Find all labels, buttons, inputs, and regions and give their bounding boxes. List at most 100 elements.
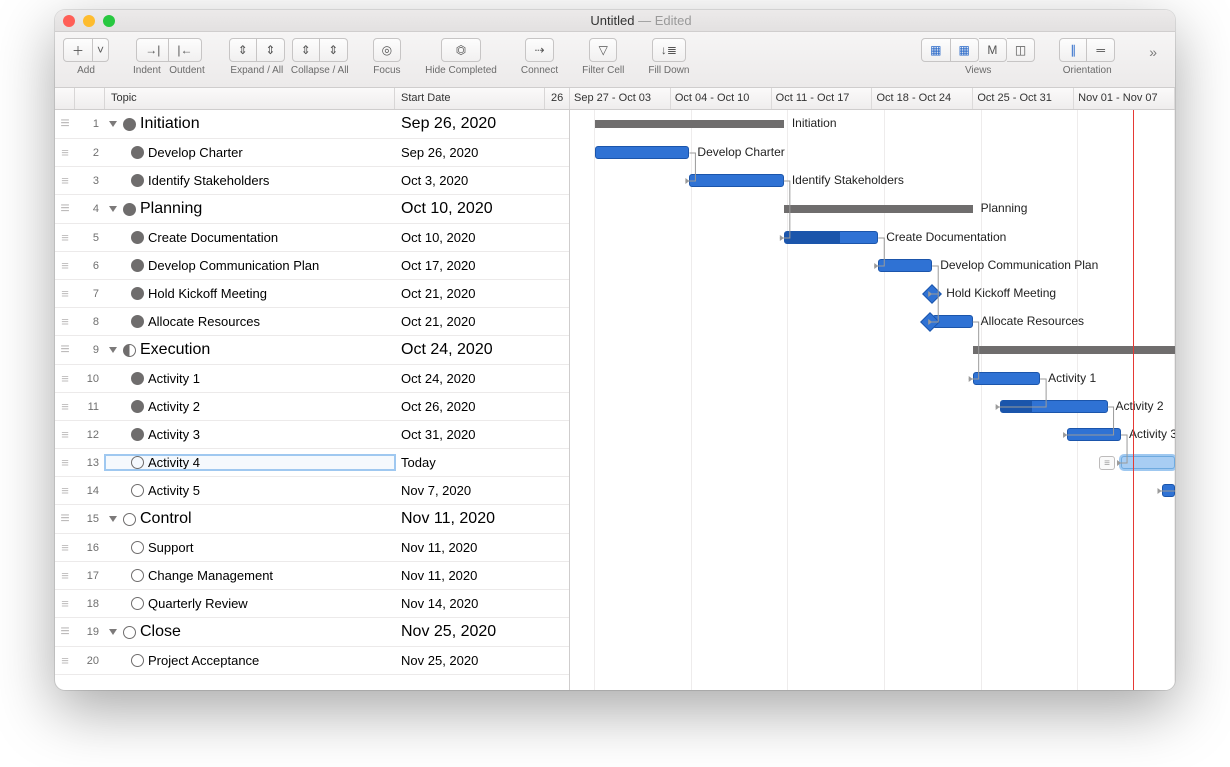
status-icon[interactable]	[131, 287, 144, 300]
status-icon[interactable]	[123, 626, 136, 639]
status-icon[interactable]	[123, 118, 136, 131]
view-2-button[interactable]: ▦	[951, 38, 979, 62]
drag-handle-icon[interactable]: ≡	[55, 314, 75, 329]
collapse-all-button[interactable]: ⇕	[320, 38, 348, 62]
row-start-date[interactable]: Oct 10, 2020	[395, 230, 545, 245]
outline-panel[interactable]: ≡1InitiationSep 26, 2020≡2Develop Charte…	[55, 110, 570, 690]
row-start-date[interactable]: Sep 26, 2020	[395, 115, 545, 133]
task-bar[interactable]	[973, 372, 1040, 385]
status-icon[interactable]	[131, 569, 144, 582]
row-start-date[interactable]: Oct 10, 2020	[395, 200, 545, 218]
row-start-date[interactable]: Oct 24, 2020	[395, 341, 545, 359]
disclosure-triangle-icon[interactable]	[109, 516, 117, 522]
column-start-date[interactable]: Start Date	[395, 88, 545, 109]
summary-bar[interactable]	[973, 346, 1175, 354]
status-icon[interactable]	[131, 174, 144, 187]
task-bar[interactable]	[1067, 428, 1121, 441]
view-3-button[interactable]: M	[979, 38, 1007, 62]
zoom-icon[interactable]	[103, 15, 115, 27]
task-row[interactable]: ≡7Hold Kickoff MeetingOct 21, 2020	[55, 280, 569, 308]
status-icon[interactable]	[131, 372, 144, 385]
phase-row[interactable]: ≡9ExecutionOct 24, 2020	[55, 336, 569, 365]
drag-handle-icon[interactable]: ≡	[55, 115, 75, 133]
task-row[interactable]: ≡10Activity 1Oct 24, 2020	[55, 365, 569, 393]
summary-bar[interactable]	[784, 205, 973, 213]
row-start-date[interactable]: Oct 21, 2020	[395, 314, 545, 329]
toolbar-overflow-button[interactable]: »	[1139, 38, 1167, 66]
status-icon[interactable]	[131, 231, 144, 244]
disclosure-triangle-icon[interactable]	[109, 121, 117, 127]
row-start-date[interactable]: Nov 11, 2020	[395, 568, 545, 583]
task-row[interactable]: ≡2Develop CharterSep 26, 2020	[55, 139, 569, 167]
status-icon[interactable]	[123, 344, 136, 357]
task-bar[interactable]	[1121, 456, 1175, 469]
row-start-date[interactable]: Oct 24, 2020	[395, 371, 545, 386]
drag-handle-icon[interactable]: ≡	[55, 483, 75, 498]
orientation-vertical-button[interactable]: ∥	[1059, 38, 1087, 62]
task-row[interactable]: ≡13Activity 4Today	[55, 449, 569, 477]
task-row[interactable]: ≡3Identify StakeholdersOct 3, 2020	[55, 167, 569, 195]
row-start-date[interactable]: Today	[395, 455, 545, 470]
row-start-date[interactable]: Nov 25, 2020	[395, 653, 545, 668]
status-icon[interactable]	[131, 146, 144, 159]
task-row[interactable]: ≡6Develop Communication PlanOct 17, 2020	[55, 252, 569, 280]
fill-down-button[interactable]: ↓≣	[652, 38, 686, 62]
task-row[interactable]: ≡5Create DocumentationOct 10, 2020	[55, 224, 569, 252]
task-bar[interactable]	[784, 231, 878, 244]
task-row[interactable]: ≡20Project AcceptanceNov 25, 2020	[55, 647, 569, 675]
task-row[interactable]: ≡16SupportNov 11, 2020	[55, 534, 569, 562]
add-menu-button[interactable]: ˅	[93, 38, 109, 62]
row-start-date[interactable]: Oct 3, 2020	[395, 173, 545, 188]
task-bar[interactable]	[689, 174, 783, 187]
phase-row[interactable]: ≡1InitiationSep 26, 2020	[55, 110, 569, 139]
task-row[interactable]: ≡8Allocate ResourcesOct 21, 2020	[55, 308, 569, 336]
row-start-date[interactable]: Nov 25, 2020	[395, 623, 545, 641]
task-row[interactable]: ≡12Activity 3Oct 31, 2020	[55, 421, 569, 449]
task-bar[interactable]	[878, 259, 932, 272]
expand-button[interactable]: ⇕	[229, 38, 257, 62]
status-icon[interactable]	[131, 259, 144, 272]
drag-handle-icon[interactable]: ≡	[55, 145, 75, 160]
status-icon[interactable]	[131, 456, 144, 469]
status-icon[interactable]	[131, 400, 144, 413]
drag-handle-icon[interactable]: ≡	[55, 510, 75, 528]
task-bar[interactable]	[1000, 400, 1108, 413]
status-icon[interactable]	[131, 315, 144, 328]
phase-row[interactable]: ≡19CloseNov 25, 2020	[55, 618, 569, 647]
row-start-date[interactable]: Nov 14, 2020	[395, 596, 545, 611]
row-start-date[interactable]: Nov 11, 2020	[395, 510, 545, 528]
drag-handle-icon[interactable]: ≡	[55, 623, 75, 641]
outdent-button[interactable]: |←	[169, 38, 201, 62]
row-start-date[interactable]: Nov 11, 2020	[395, 540, 545, 555]
drag-handle-icon[interactable]	[1099, 456, 1115, 470]
status-icon[interactable]	[131, 654, 144, 667]
collapse-button[interactable]: ⇕	[292, 38, 320, 62]
task-row[interactable]: ≡18Quarterly ReviewNov 14, 2020	[55, 590, 569, 618]
task-row[interactable]: ≡17Change ManagementNov 11, 2020	[55, 562, 569, 590]
status-icon[interactable]	[123, 513, 136, 526]
disclosure-triangle-icon[interactable]	[109, 206, 117, 212]
drag-handle-icon[interactable]: ≡	[55, 399, 75, 414]
drag-handle-icon[interactable]: ≡	[55, 596, 75, 611]
task-row[interactable]: ≡11Activity 2Oct 26, 2020	[55, 393, 569, 421]
status-icon[interactable]	[131, 597, 144, 610]
summary-bar[interactable]	[595, 120, 784, 128]
column-topic[interactable]: Topic	[105, 88, 395, 109]
hide-completed-toggle[interactable]: ⏣	[441, 38, 481, 62]
status-icon[interactable]	[131, 541, 144, 554]
row-start-date[interactable]: Nov 7, 2020	[395, 483, 545, 498]
view-1-button[interactable]: ▦	[921, 38, 950, 62]
disclosure-triangle-icon[interactable]	[109, 629, 117, 635]
row-start-date[interactable]: Oct 17, 2020	[395, 258, 545, 273]
drag-handle-icon[interactable]: ≡	[55, 286, 75, 301]
expand-all-button[interactable]: ⇕	[257, 38, 285, 62]
phase-row[interactable]: ≡15ControlNov 11, 2020	[55, 505, 569, 534]
row-start-date[interactable]: Oct 26, 2020	[395, 399, 545, 414]
drag-handle-icon[interactable]: ≡	[55, 341, 75, 359]
orientation-horizontal-button[interactable]: ═	[1087, 38, 1115, 62]
row-start-date[interactable]: Oct 31, 2020	[395, 427, 545, 442]
milestone-marker[interactable]	[922, 284, 942, 304]
view-4-button[interactable]: ◫	[1007, 38, 1035, 62]
drag-handle-icon[interactable]: ≡	[55, 427, 75, 442]
drag-handle-icon[interactable]: ≡	[55, 653, 75, 668]
